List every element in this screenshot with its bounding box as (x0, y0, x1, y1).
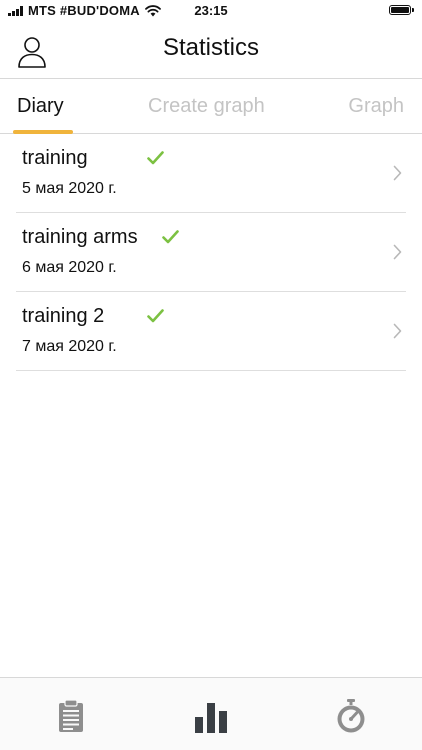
header: Statistics (0, 24, 422, 79)
tabbar-diary[interactable] (53, 698, 89, 734)
page-title: Statistics (162, 34, 260, 61)
tabbar-timer[interactable] (333, 698, 369, 734)
entry-title: training 2 (22, 305, 105, 327)
status-time: 23:15 (194, 3, 228, 18)
entry-date: 7 мая 2020 г. (22, 338, 117, 355)
checkmark-icon (147, 309, 164, 323)
chevron-right-icon (393, 244, 402, 260)
tab-create-graph[interactable]: Create graph (148, 95, 265, 118)
list-item[interactable]: training arms 6 мая 2020 г. (16, 213, 406, 292)
checkmark-icon (162, 230, 179, 244)
status-bar: MTS #BUD'DOMA 23:15 (0, 0, 422, 24)
list-item[interactable]: training 2 7 мая 2020 г. (16, 292, 406, 371)
stopwatch-icon (337, 699, 365, 733)
list-item[interactable]: training 5 мая 2020 г. (16, 134, 406, 213)
segment-tabs: Diary Create graph Graph (0, 79, 422, 134)
battery-icon (389, 5, 414, 15)
bar-chart-icon (195, 703, 227, 733)
entry-title: training arms (22, 226, 138, 248)
tab-graph[interactable]: Graph (348, 95, 404, 118)
bottom-tab-bar (0, 677, 422, 750)
chevron-right-icon (393, 165, 402, 181)
clipboard-icon (59, 699, 83, 732)
carrier-name: MTS #BUD'DOMA (28, 3, 140, 18)
entry-date: 5 мая 2020 г. (22, 180, 117, 197)
wifi-icon (144, 4, 161, 16)
entry-title: training (22, 147, 88, 169)
checkmark-icon (147, 151, 164, 165)
tabbar-statistics[interactable] (193, 698, 229, 734)
chevron-right-icon (393, 323, 402, 339)
diary-list: training 5 мая 2020 г. training arms 6 м… (16, 134, 406, 371)
entry-date: 6 мая 2020 г. (22, 259, 117, 276)
tab-diary[interactable]: Diary (17, 95, 64, 118)
signal-icon (8, 5, 23, 16)
status-left: MTS #BUD'DOMA (8, 3, 161, 18)
